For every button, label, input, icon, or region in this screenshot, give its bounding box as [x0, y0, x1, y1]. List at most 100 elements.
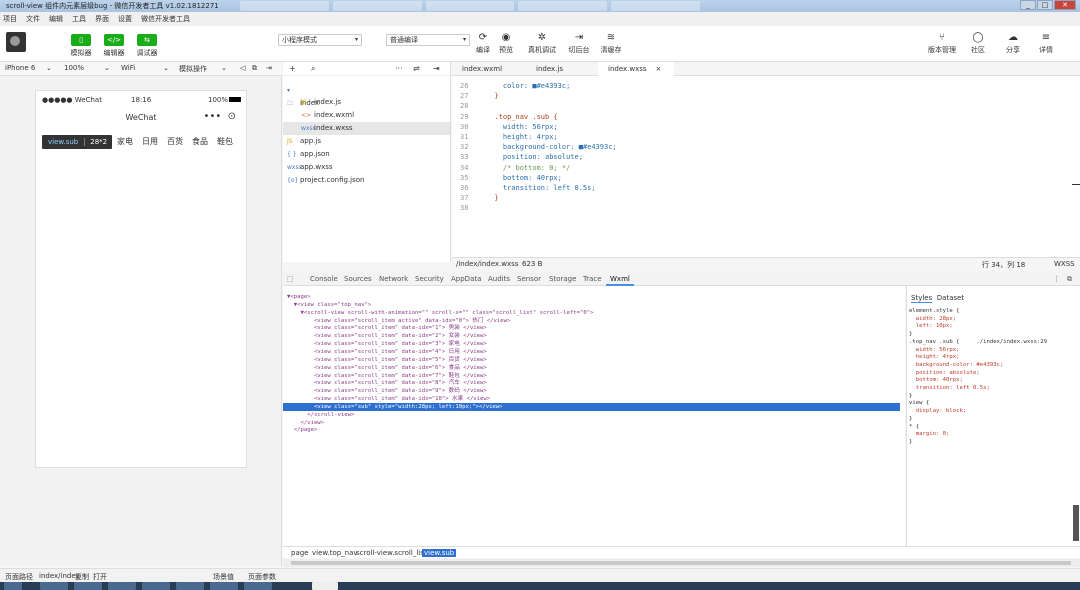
wxml-node-selected[interactable]: <view class="sub" style="width:28px; lef…	[283, 402, 900, 411]
tab-sensor[interactable]: Sensor	[517, 275, 541, 283]
zoom-select[interactable]: 100%	[64, 64, 84, 72]
compile-mode-select[interactable]: 普通编译 ▾	[386, 34, 470, 46]
category-item[interactable]: 家电	[117, 136, 133, 147]
collapse-icon[interactable]: ⇌	[413, 64, 420, 73]
close-window-button[interactable]: ✕	[1054, 0, 1076, 10]
menu-view[interactable]: 界面	[95, 14, 109, 24]
tab-trace[interactable]: Trace	[583, 275, 602, 283]
more-icon[interactable]: ···	[395, 64, 403, 73]
search-icon[interactable]: ⌕	[311, 64, 315, 74]
volume-icon[interactable]: ◁	[240, 64, 245, 72]
tab-index-wxml[interactable]: index.wxml	[452, 62, 524, 76]
remote-debug-button[interactable]: ✲ 真机调试	[526, 32, 558, 55]
start-icon[interactable]	[4, 582, 22, 590]
tab-dataset[interactable]: Dataset	[937, 294, 964, 302]
tab-storage[interactable]: Storage	[549, 275, 576, 283]
wxml-node[interactable]: <view class="scroll_item" data-idx="2"> …	[283, 332, 900, 340]
split-icon[interactable]: ⇥	[433, 64, 440, 73]
simulate-operation-select[interactable]: 模拟操作	[179, 64, 207, 74]
tab-console[interactable]: Console	[310, 275, 338, 283]
wxml-node[interactable]: <view class="scroll_item" data-idx="3"> …	[283, 340, 900, 348]
crumb-top-nav[interactable]: view.top_nav	[312, 549, 358, 557]
capsule-menu[interactable]: ••• ⊙	[204, 111, 236, 122]
wxml-node[interactable]: <view class="scroll_item" data-idx="10">…	[283, 395, 900, 403]
file-tree-item[interactable]: JS app.js	[283, 135, 450, 148]
wxml-node[interactable]: </scroll-view>	[283, 411, 900, 419]
code-line[interactable]: 31 height: 4rpx;	[452, 132, 1072, 142]
crumb-page[interactable]: page	[291, 549, 308, 557]
code-line[interactable]: 34 /* bottom: 0; */	[452, 163, 1072, 173]
tab-security[interactable]: Security	[415, 275, 444, 283]
network-select[interactable]: WiFi	[121, 64, 135, 72]
editor-toggle-button[interactable]: </> 编辑器	[97, 34, 131, 58]
wxml-node[interactable]: <view class="scroll_item" data-idx="1"> …	[283, 324, 900, 332]
category-item[interactable]: 百货	[167, 136, 183, 147]
inspect-icon[interactable]: ⬚	[287, 275, 294, 283]
wxml-node[interactable]: </page>	[283, 426, 900, 434]
avatar[interactable]	[6, 32, 26, 52]
wxml-tree[interactable]: ▼<page> ▼<view class="top_nav"> ▼<scroll…	[283, 286, 905, 546]
tab-index-wxss[interactable]: index.wxss ×	[598, 62, 674, 76]
wxml-node[interactable]: <view class="scroll_item" data-idx="4"> …	[283, 348, 900, 356]
page-params-button[interactable]: 页面参数	[248, 572, 276, 582]
taskbar-item[interactable]	[176, 582, 204, 590]
horizontal-scrollbar[interactable]	[283, 559, 1080, 567]
scrollbar-thumb[interactable]	[291, 561, 1071, 565]
community-button[interactable]: ◯ 社区	[964, 32, 992, 55]
version-management-button[interactable]: ⑂ 版本管理	[926, 32, 958, 55]
wxml-node[interactable]: </view>	[283, 419, 900, 427]
code-line[interactable]: 28	[452, 101, 1072, 111]
taskbar-item[interactable]	[210, 582, 238, 590]
code-line[interactable]: 36 transition: left 0.5s;	[452, 183, 1072, 193]
taskbar-item[interactable]	[40, 582, 68, 590]
file-tree-item[interactable]: <> index.wxml	[283, 109, 450, 122]
code-line[interactable]: 32 background-color: ■#e4393c;	[452, 142, 1072, 152]
menu-tools[interactable]: 工具	[72, 14, 86, 24]
tab-audits[interactable]: Audits	[488, 275, 510, 283]
code-line[interactable]: 27 }	[452, 91, 1072, 101]
category-item[interactable]: 日用	[142, 136, 158, 147]
wxml-node[interactable]: <view class="scroll_item active" data-id…	[283, 317, 900, 325]
file-tree-item[interactable]: { } app.json	[283, 148, 450, 161]
code-line[interactable]: 37 }	[452, 193, 1072, 203]
language-mode[interactable]: WXSS	[1054, 260, 1075, 268]
preview-button[interactable]: ◉ 预览	[492, 32, 520, 55]
menu-settings[interactable]: 设置	[118, 14, 132, 24]
cursor-position[interactable]: 行 34，列 18	[982, 260, 1025, 270]
category-item[interactable]: 食品	[192, 136, 208, 147]
copy-link[interactable]: 复制	[75, 572, 89, 582]
mode-select[interactable]: 小程序模式 ▾	[278, 34, 362, 46]
menu-project[interactable]: 项目	[3, 14, 17, 24]
code-line[interactable]: 38	[452, 203, 1072, 213]
code-line[interactable]: 33 position: absolute;	[452, 152, 1072, 162]
code-line[interactable]: 29 .top_nav .sub {	[452, 112, 1072, 122]
menu-wechat-devtools[interactable]: 微信开发者工具	[141, 14, 190, 24]
taskbar-item[interactable]	[244, 582, 272, 590]
background-button[interactable]: ⇥ 切后台	[564, 32, 594, 55]
file-tree-item[interactable]: wxssindex.wxss	[283, 122, 450, 135]
file-tree-item[interactable]: wxssapp.wxss	[283, 161, 450, 174]
debugger-toggle-button[interactable]: ⇆ 调试器	[130, 34, 164, 58]
taskbar-item[interactable]	[108, 582, 136, 590]
close-tab-icon[interactable]: ×	[655, 65, 661, 73]
taskbar-item[interactable]	[74, 582, 102, 590]
maximize-button[interactable]: □	[1037, 0, 1053, 10]
clear-cache-button[interactable]: ≋ 清缓存	[596, 32, 626, 55]
code-line[interactable]: 30 width: 56rpx;	[452, 122, 1072, 132]
wxml-node[interactable]: ▼<scroll-view scroll-with-animation="" s…	[283, 309, 900, 317]
tab-index-js[interactable]: index.js	[526, 62, 596, 76]
tab-appdata[interactable]: AppData	[451, 275, 481, 283]
file-tree-item[interactable]: {o} project.config.json	[283, 174, 450, 187]
close-circle-icon[interactable]: ⊙	[228, 111, 236, 122]
tab-wxml[interactable]: Wxml	[610, 275, 630, 283]
crumb-scroll-view[interactable]: scroll-view.scroll_list	[356, 549, 427, 557]
taskbar-item[interactable]	[142, 582, 170, 590]
file-tree-item[interactable]: JS index.js	[283, 96, 450, 109]
open-link[interactable]: 打开	[93, 572, 107, 582]
wxml-node[interactable]: <view class="scroll_item" data-idx="5"> …	[283, 356, 900, 364]
dock-icon[interactable]: ⇥	[266, 64, 272, 72]
tab-styles[interactable]: Styles	[911, 294, 933, 303]
wxml-node[interactable]: ▼<page>	[283, 293, 900, 301]
more-vert-icon[interactable]: ⋮	[1053, 275, 1060, 283]
window-icon[interactable]: ⧉	[252, 64, 257, 73]
